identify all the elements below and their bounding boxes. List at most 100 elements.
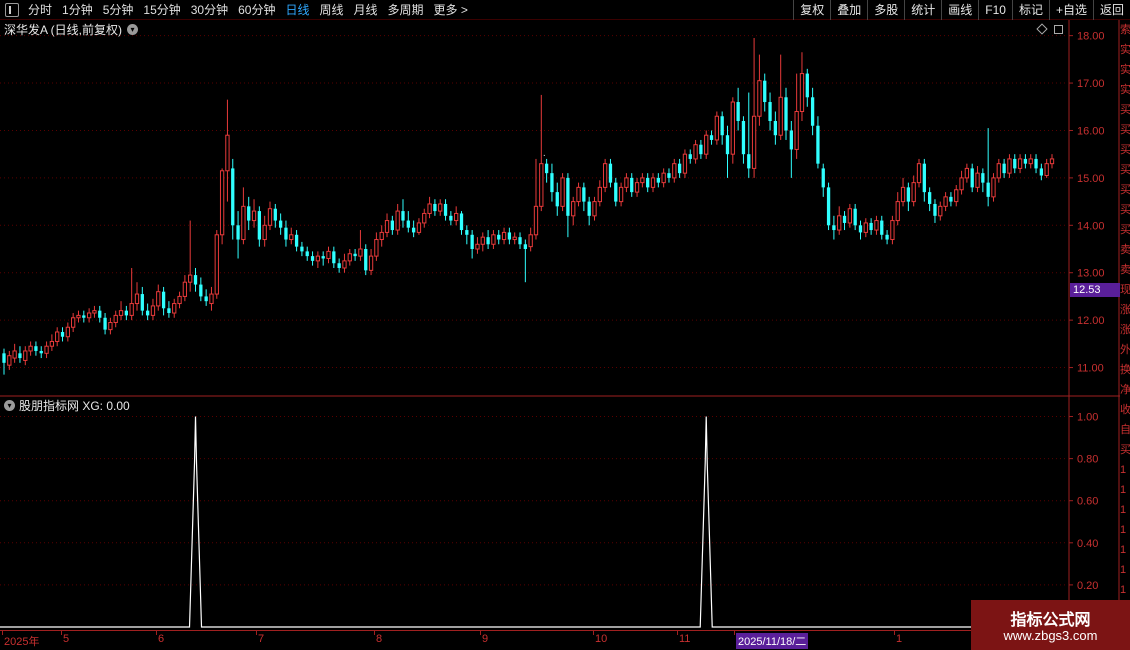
candle-body [12,350,17,359]
candle-body [305,251,309,257]
candle [310,251,315,266]
price-tick-label: 18.00 [1077,31,1105,43]
candle [784,87,788,140]
candle [975,166,980,193]
candle [182,275,188,302]
candle-body [427,203,432,214]
candle-body [219,170,225,236]
candle [741,116,746,164]
candle [103,313,107,335]
candle [28,341,33,356]
candle-body [922,163,926,193]
date-label: 1 [896,633,903,645]
candle [608,158,613,188]
candle [890,215,895,245]
candle [134,282,140,311]
candle-body [646,177,650,188]
candle-body [720,116,724,136]
watermark-title: 指标公式网 [1010,612,1091,629]
candle [832,215,836,240]
candle-body [236,225,240,240]
candle [108,317,113,335]
candle [1013,154,1017,174]
candle [332,246,336,268]
candle-body [943,196,948,207]
candle-body [900,186,906,203]
candle-body [821,168,825,188]
candle-body [970,168,974,188]
candle-body [624,177,629,188]
candle [156,284,161,311]
candle-body [401,211,405,221]
candle-body [225,134,230,172]
quote-label: 买 [1120,164,1130,176]
candle-body [869,222,873,231]
kline-chart[interactable]: · 11.0012.0013.0014.0015.0016.0017.0018.… [0,0,1130,630]
candle-body [954,189,959,203]
candle [12,343,17,363]
candle-body [630,177,634,193]
candle-body [241,205,246,241]
candle [480,232,485,252]
candle-body [747,154,751,169]
candle-body [853,208,857,226]
candle [747,92,751,178]
candle-body [895,201,900,222]
date-label: 2025年 [4,636,40,648]
candle-body [44,345,49,354]
candle-body [459,213,464,231]
candle-body [145,310,150,316]
candle [560,173,565,212]
candle [880,215,884,240]
quote-label: 1 [1120,524,1127,536]
candle [497,230,501,245]
candle [193,267,198,292]
candle-body [778,96,783,136]
candle [401,199,405,228]
candle-body [1034,158,1038,169]
date-label: 9 [482,633,489,645]
candle [1034,154,1038,174]
candle-body [810,97,815,126]
candle-body [763,80,767,103]
candle-body [92,310,97,314]
candle-body [480,236,485,245]
candle [39,346,43,359]
candle-body [964,167,970,179]
candle-body [18,353,22,359]
candle-body [129,303,134,316]
candle [416,218,422,235]
candle-body [465,230,469,235]
candle [656,173,660,188]
candle [113,310,118,328]
price-tick-label: 17.00 [1077,78,1105,90]
chevron-down-icon[interactable]: ▾ [4,399,15,411]
quote-label: 索 [1120,24,1130,36]
quote-label: 1 [1120,464,1127,476]
candle-body [332,251,336,264]
candle-body [60,331,65,337]
date-tick [480,631,481,635]
candle-body [550,173,554,193]
candle-body [773,120,778,136]
candle-body [539,163,544,207]
candle-body [996,163,1001,179]
candle [1049,154,1055,169]
candle-body [1002,163,1006,174]
candle [470,230,474,259]
candle-body [1039,168,1044,176]
candle-body [730,101,735,155]
quote-label: 换 [1120,364,1130,376]
candle-body [454,212,459,222]
candle-body [321,256,325,259]
candle [1028,154,1033,169]
candle [751,38,757,178]
candle-body [150,305,156,316]
candle-body [1023,158,1028,164]
candle-body [284,227,288,240]
candle-body [395,210,400,231]
candle [433,199,437,216]
candle-body [592,201,597,217]
quote-label: 净 [1120,384,1130,396]
candle-body [784,97,788,131]
